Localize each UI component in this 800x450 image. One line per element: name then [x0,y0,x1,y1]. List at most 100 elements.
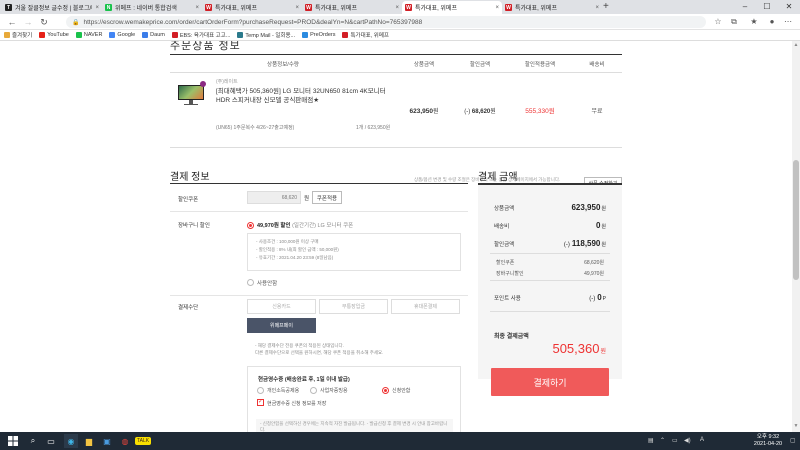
tab-favicon-icon: T [5,4,12,11]
store-icon[interactable]: ▣ [100,434,114,448]
windows-taskbar: ⌕ ▭ ◉ ▆ ▣ ◍ TALK ▤ ⌃ ▭ ◀) A 오후 9:32 2021… [0,432,800,450]
minimize-icon[interactable]: – [734,0,756,14]
browser-tab[interactable]: W 특가대표, 위메프 × [402,1,502,14]
condition-line: - 할인적용 : 8% 내(최 할인 금액 : 50,000원) [256,247,339,252]
tab-close-icon[interactable]: × [595,5,599,11]
product-name[interactable]: [최대혜택가 505,360원] LG 모니터 32UN650 81cm 4K모… [216,87,396,105]
apply-coupon-button[interactable]: 쿠폰적용 [312,191,342,204]
collections-icon[interactable]: ⧉ [728,16,740,28]
tab-close-icon[interactable]: × [495,5,499,11]
coupon-amount-field[interactable]: 68,620 [247,191,301,204]
ime-indicator[interactable]: A [700,437,704,443]
bookmark-item[interactable]: Temp Mail - 일회용... [237,31,295,39]
refresh-icon[interactable]: ↻ [38,17,50,28]
bookmark-favicon-icon [237,32,244,38]
price-cell: 623,950원 [396,72,452,148]
tab-title: 특가대표, 위메프 [315,6,357,12]
bookmark-item[interactable]: 즐겨찾기 [4,31,32,39]
cart-discount-option[interactable]: 49,970원 할인 (일간기간) LG 모니터 쿠폰 [257,221,353,229]
business-proof-radio[interactable] [310,387,317,394]
close-window-icon[interactable]: ✕ [778,0,800,14]
tray-apps-icon[interactable]: ▤ [648,437,654,444]
search-icon[interactable]: ⌕ [26,434,40,448]
url-field[interactable]: 🔒 https://escrow.wemakeprice.com/order/c… [66,16,706,28]
cash-receipt-box: 현금영수증 (배송완료 후, 1일 이내 발급) 개인소득공제용 사업자증빙용 … [247,366,461,432]
favorites-icon[interactable]: ★ [748,16,760,28]
windows-start-icon[interactable] [6,434,20,448]
cash-option-label[interactable]: 사업자증빙용 [320,387,348,394]
bookmark-label: EBS: 육가대표 고고... [179,33,231,39]
volume-icon[interactable]: ◀) [684,437,691,444]
tray-chevron-icon[interactable]: ⌃ [660,437,665,444]
coupon-won-unit: 원 [304,196,310,202]
shipping-cell: 무료 [572,72,622,148]
product-thumbnail[interactable] [178,85,204,105]
profile-avatar[interactable]: ● [766,16,778,28]
no-use-radio[interactable] [247,279,254,286]
bookmark-item[interactable]: NAVER [75,32,103,38]
bookmark-item[interactable]: PreOrders [302,32,335,38]
browser-tab[interactable]: N 위메프 : 네이버 통합검색 × [102,1,202,14]
clock-date: 2021-04-20 [753,441,783,447]
bookmark-item[interactable]: Daum [142,32,165,38]
url-text: https://escrow.wemakeprice.com/order/car… [83,18,423,26]
network-icon[interactable]: ▭ [672,437,678,444]
bookmark-label: Temp Mail - 일회용... [245,33,296,39]
order-table: 상품정보/수량 상품금액 할인금액 할인적용금액 배송비 (주)레이트 [최대혜… [170,54,622,148]
bookmarks-bar: 즐겨찾기 YouTube NAVER Google Daum EBS: 육가대표 고고..… [0,30,800,41]
save-receipt-checkbox[interactable] [257,398,264,406]
bookmark-item[interactable]: 특가대표, 위메프 [342,31,389,39]
back-icon[interactable]: ← [6,17,18,27]
shipping-fee: 무료 [591,108,603,115]
bookmark-item[interactable]: EBS: 육가대표 고고... [171,31,231,39]
forward-icon[interactable]: → [22,17,34,27]
browser-tab[interactable]: W 특가대표, 위메프 × [202,1,302,14]
no-receipt-radio[interactable] [382,387,389,394]
browser-tab[interactable]: W 특가대표, 위메프 × [302,1,402,14]
tab-title: 특가대표, 위메프 [415,6,457,12]
star-icon[interactable]: ☆ [712,16,724,28]
bookmark-item[interactable]: Google [109,32,135,38]
no-use-label[interactable]: 사용안함 [257,279,277,287]
summary-shipping: 배송비 0원 [494,221,606,230]
tab-close-icon[interactable]: × [295,5,299,11]
notification-icon[interactable]: ▢ [790,437,796,444]
cash-option-label[interactable]: 개인소득공제용 [267,387,299,394]
mobile-pay-button[interactable]: 휴대폰결제 [391,299,460,314]
browser-tab[interactable]: W 특가대표, 위메프 × [502,1,602,14]
edge-browser-icon[interactable]: ◉ [64,434,78,448]
divider [170,295,468,296]
chrome-icon[interactable]: ◍ [118,434,132,448]
tab-favicon-icon: W [405,4,412,11]
maximize-icon[interactable]: ☐ [756,0,778,14]
clock[interactable]: 오후 9:32 2021-04-20 [748,434,788,448]
more-menu-icon[interactable]: ⋯ [782,16,794,28]
new-tab-button[interactable]: + [603,1,609,12]
bookmark-item[interactable]: YouTube [39,32,69,38]
credit-card-button[interactable]: 신용카드 [247,299,316,314]
condition-line: - 유효기간 : 2021.04.20 23:59 (8일남음) [256,255,334,260]
file-explorer-icon[interactable]: ▆ [82,434,96,448]
browser-tab[interactable]: T 겨울 잘클정보 글수정 | 블로그/마 × [2,1,102,14]
bookmark-favicon-icon [302,32,309,38]
tab-close-icon[interactable]: × [95,5,99,11]
personal-deduction-radio[interactable] [257,387,264,394]
bank-transfer-button[interactable]: 무통장입금 [319,299,388,314]
order-section-title: 주문상품 정보 [170,41,241,52]
scrollbar-thumb[interactable] [793,160,799,280]
pay-button[interactable]: 결제하기 [491,368,609,396]
kakaotalk-icon[interactable]: TALK [134,434,152,448]
cash-option-label[interactable]: 신청안함 [392,387,410,394]
tab-close-icon[interactable]: × [195,5,199,11]
bookmark-favicon-icon [342,32,349,38]
product-cell: (주)레이트 [최대혜택가 505,360원] LG 모니터 32UN650 8… [170,72,396,148]
final-amount-label: 최종 결제금액 [494,334,529,340]
scroll-up-icon[interactable]: ▲ [792,42,800,50]
bookmark-label: NAVER [83,32,103,38]
task-view-icon[interactable]: ▭ [44,434,58,448]
cart-discount-radio[interactable] [247,222,254,229]
tab-close-icon[interactable]: × [395,5,399,11]
wemakeprice-pay-button[interactable]: 위메프페이 [247,318,316,333]
save-receipt-label[interactable]: 현금영수증 신청 정보를 저장 [267,400,326,407]
scroll-down-icon[interactable]: ▼ [792,423,800,431]
